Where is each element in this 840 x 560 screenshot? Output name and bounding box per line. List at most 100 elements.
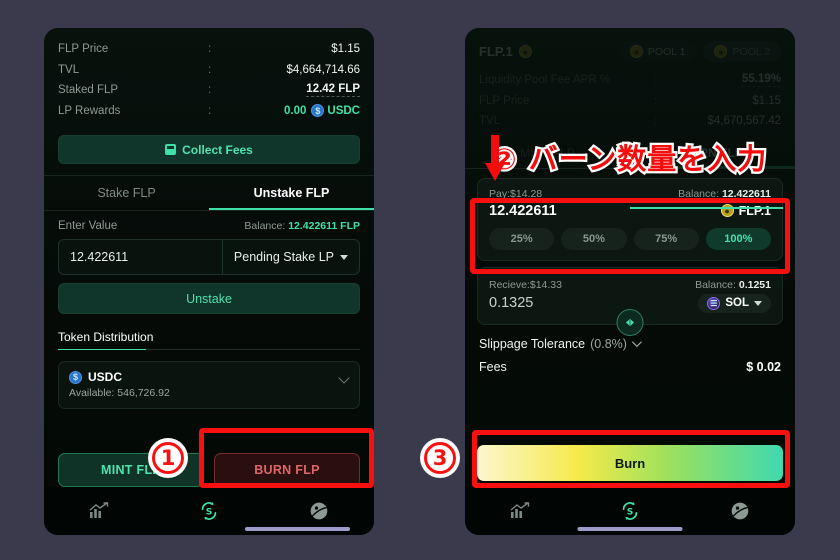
nav-swap[interactable]: S <box>154 500 264 522</box>
stat-row: TVL : $4,664,714.66 <box>58 60 360 81</box>
pool-tab-2-label: POOL 2 <box>732 45 770 58</box>
pay-usd-value: $14.28 <box>510 187 543 200</box>
pay-label: Pay: <box>489 187 511 200</box>
burn-tab-active-underline <box>630 207 783 209</box>
chevron-down-icon <box>340 254 348 260</box>
receive-label: Recieve: <box>489 278 530 291</box>
tab-unstake-flp[interactable]: Unstake FLP <box>209 176 374 210</box>
token-name-line: $ USDC <box>69 370 349 384</box>
flp-coin-icon: ● <box>720 204 734 217</box>
stat-label: Staked FLP <box>58 84 119 97</box>
globe-icon <box>731 502 749 520</box>
token-row-usdc[interactable]: $ USDC Available: 546,726.92 <box>58 361 360 409</box>
percent-label: 50% <box>582 232 605 245</box>
burn-submit-button[interactable]: Burn <box>477 445 783 481</box>
token-distribution-header: Token Distribution <box>44 314 374 350</box>
percent-75-button[interactable]: 75% <box>633 227 699 250</box>
stat-row: FLP Price : $1.15 <box>58 39 360 60</box>
percent-25-button[interactable]: 25% <box>489 227 555 250</box>
step-marker-3-label: 3 <box>424 442 456 474</box>
stat-value-suffix: USDC <box>327 104 360 117</box>
receive-amount: 0.1325 <box>489 295 534 311</box>
tab-label: Stake FLP <box>97 186 156 200</box>
stat-value: $4,664,714.66 <box>286 63 360 76</box>
home-indicator <box>245 527 350 531</box>
annotation-step2-text: ② バーン数量を入力 <box>490 140 769 179</box>
pay-amount-row: 12.422611 ● FLP.1 <box>489 203 771 219</box>
pool-tab-1-label: POOL 1 <box>647 45 686 58</box>
stat-colon: : <box>208 63 212 76</box>
step-marker-1-label: 1 <box>152 442 184 474</box>
nav-globe[interactable] <box>685 501 795 521</box>
unstake-button[interactable]: Unstake <box>58 283 360 314</box>
token-distribution-title: Token Distribution <box>58 330 154 344</box>
chevron-down-icon <box>754 300 762 306</box>
amount-input-group[interactable]: 12.422611 Pending Stake LP <box>58 239 360 275</box>
wallet-icon <box>165 144 177 155</box>
balance-label: Balance: <box>244 220 286 232</box>
stat-label: Liquidity Pool Fee APR % <box>479 74 611 87</box>
left-screen: FLP Price : $1.15 TVL : $4,664,714.66 St… <box>44 28 374 535</box>
available-value: 546,726.92 <box>117 387 170 399</box>
balance-value: 12.422611 FLP <box>288 220 360 232</box>
receive-usd: Recieve:$14.33 <box>489 279 562 291</box>
fees-row: Fees $ 0.02 <box>465 351 795 374</box>
pool-header: FLP.1 ● ● POOL 1 ● POOL 2 <box>465 28 795 62</box>
chevron-down-icon[interactable] <box>631 337 642 348</box>
burn-flp-label: BURN FLP <box>254 463 320 477</box>
nav-swap[interactable]: S <box>575 500 685 522</box>
burn-submit-label: Burn <box>614 455 646 471</box>
globe-icon <box>310 502 328 520</box>
flp-coin-icon: ● <box>629 45 643 58</box>
section-rule <box>58 349 360 350</box>
stat-label: LP Rewards <box>58 104 121 117</box>
annotation-arrow-down <box>485 135 505 181</box>
stat-value: $1.15 <box>331 43 360 56</box>
nav-chart[interactable] <box>44 502 154 520</box>
pool-tab-2[interactable]: ● POOL 2 <box>703 41 781 62</box>
swap-direction-button[interactable] <box>616 309 644 336</box>
receive-top-row: Recieve:$14.33 Balance: 0.1251 <box>489 279 771 291</box>
unstake-button-label: Unstake <box>186 291 232 306</box>
stat-row: Staked FLP : 12.42 FLP <box>58 80 360 101</box>
stat-value: 0.00 <box>284 104 307 117</box>
stat-colon: : <box>208 104 212 117</box>
stat-row: FLP Price : $1.15 <box>479 91 781 112</box>
percent-100-button[interactable]: 100% <box>705 227 771 250</box>
receive-balance-value: 0.1251 <box>738 278 771 291</box>
enter-value-row: Enter Value Balance: 12.422611 FLP <box>44 211 374 232</box>
flp-coin-icon: ● <box>518 45 532 58</box>
stake-lp-select[interactable]: Pending Stake LP <box>223 250 359 264</box>
swap-icon: S <box>201 502 217 520</box>
nav-chart[interactable] <box>465 502 575 520</box>
stat-value: $1.15 <box>752 94 781 107</box>
amount-input[interactable]: 12.422611 <box>59 250 222 264</box>
collect-fees-button[interactable]: Collect Fees <box>58 135 360 164</box>
balance-display: Balance: 12.422611 FLP <box>244 220 360 232</box>
pool-tabs: ● POOL 1 ● POOL 2 <box>618 41 781 62</box>
pay-balance: Balance: 12.422611 <box>678 188 771 200</box>
receive-token-select[interactable]: ☰ SOL <box>698 293 771 313</box>
swap-icon: S <box>622 502 638 520</box>
receive-balance-label: Balance: <box>695 278 736 291</box>
pay-token-select[interactable]: ● FLP.1 <box>720 203 771 218</box>
chart-icon <box>89 502 109 518</box>
step-marker-1: 1 <box>148 438 188 478</box>
percent-label: 75% <box>655 232 678 245</box>
percent-label: 100% <box>724 232 753 245</box>
stat-colon: : <box>654 115 658 128</box>
pool-tab-1[interactable]: ● POOL 1 <box>618 41 697 62</box>
flp-coin-icon: ● <box>714 45 728 58</box>
percent-50-button[interactable]: 50% <box>561 227 627 250</box>
screenshot-root: FLP Price : $1.15 TVL : $4,664,714.66 St… <box>0 0 840 560</box>
pay-amount-input[interactable]: 12.422611 <box>489 203 557 219</box>
pay-token-label: FLP.1 <box>738 203 771 218</box>
sol-coin-icon: ☰ <box>707 296 721 310</box>
nav-globe[interactable] <box>264 501 374 521</box>
burn-flp-button[interactable]: BURN FLP <box>214 453 360 487</box>
stat-row: TVL : $4,670,567.42 <box>479 111 781 132</box>
stake-tabs: Stake FLP Unstake FLP <box>44 176 374 210</box>
percent-buttons: 25% 50% 75% 100% <box>489 227 771 250</box>
svg-text:S: S <box>206 507 213 518</box>
tab-stake-flp[interactable]: Stake FLP <box>44 176 209 210</box>
